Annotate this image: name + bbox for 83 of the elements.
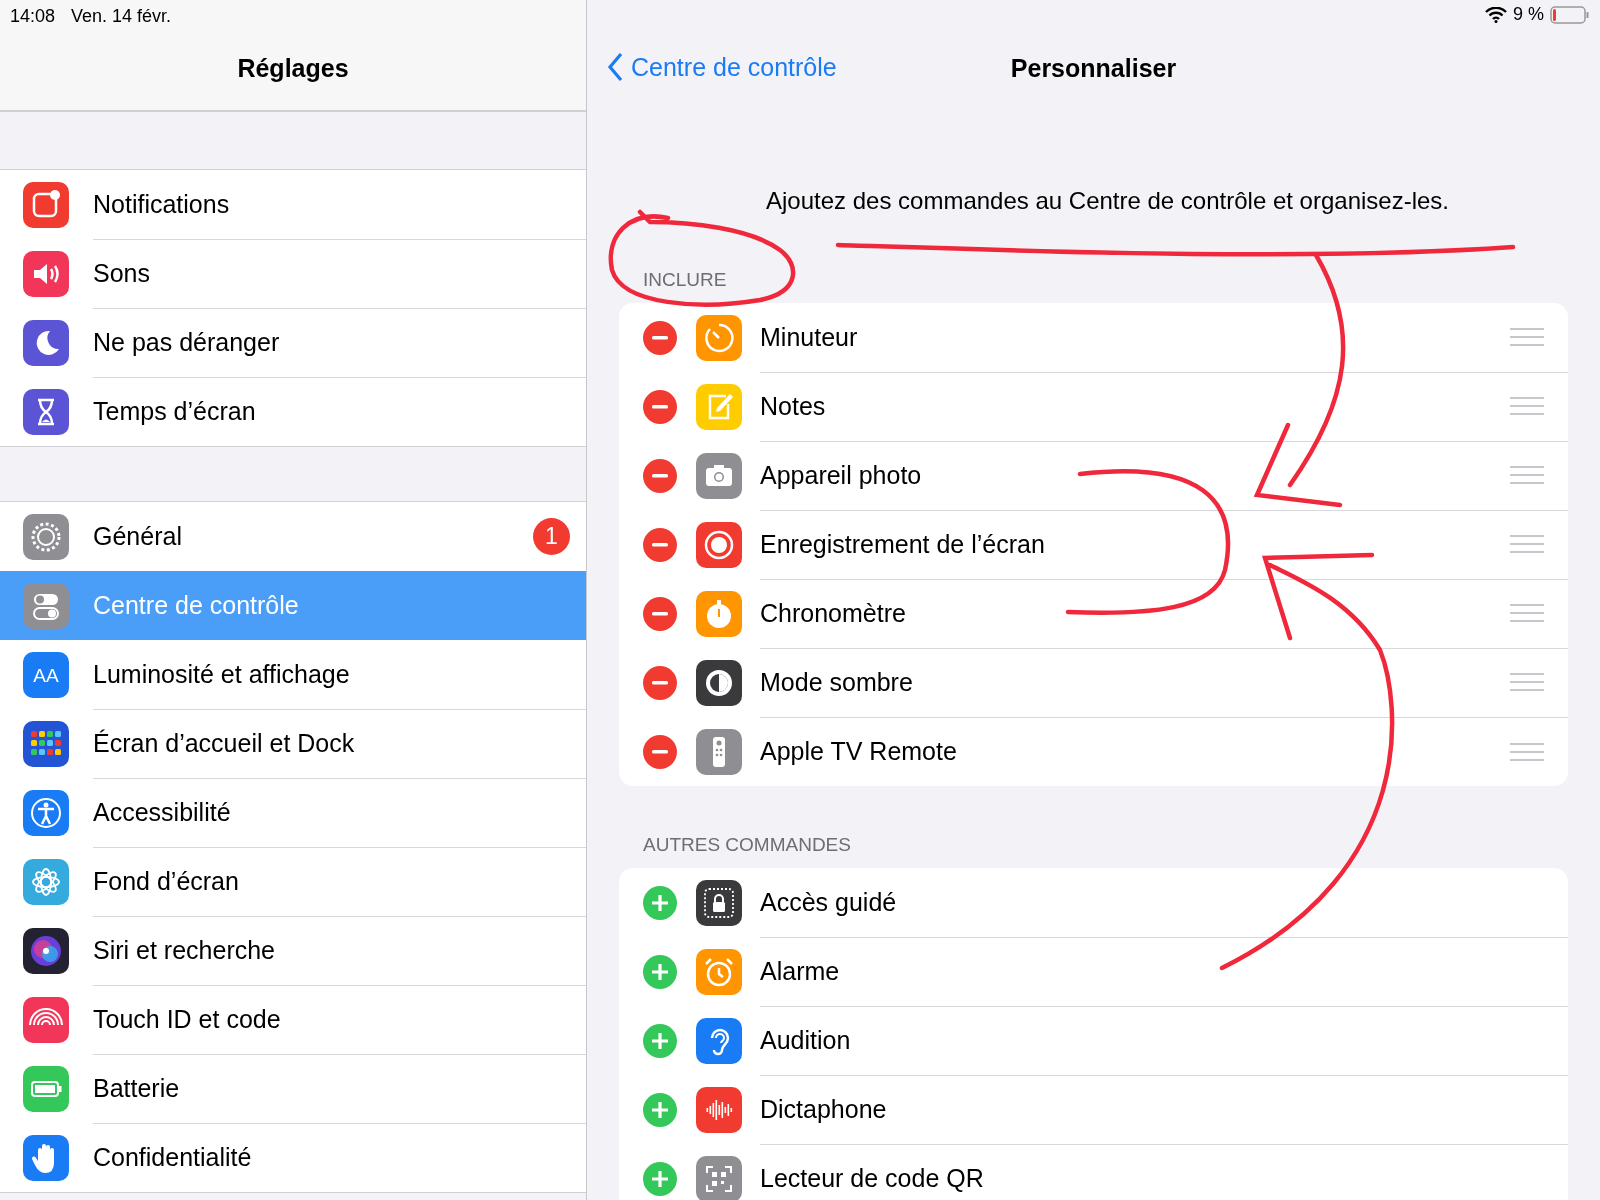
sidebar-title: Réglages: [236, 54, 350, 83]
drag-handle-icon[interactable]: [1510, 328, 1544, 346]
control-label: Audition: [760, 1025, 852, 1055]
section-header: AUTRES COMMANDES: [643, 834, 851, 856]
control-label: Chronomètre: [760, 598, 907, 628]
plus-icon: [651, 1031, 669, 1050]
sidebar-item[interactable]: AA Luminosité et affichage: [0, 640, 586, 709]
status-time: 14:08: [10, 6, 56, 27]
section-header: INCLURE: [643, 269, 727, 291]
drag-handle-icon[interactable]: [1510, 742, 1544, 761]
remove-button[interactable]: [643, 389, 677, 424]
drag-handle-icon[interactable]: [1510, 535, 1544, 553]
sidebar-item-label: Général: [93, 521, 182, 551]
plus-icon: [651, 962, 669, 981]
minus-icon: [652, 404, 668, 409]
sidebar-item-label: Touch ID et code: [93, 1004, 281, 1034]
control-label: Mode sombre: [760, 667, 914, 697]
control-label: Enregistrement de l’écran: [760, 529, 1046, 559]
add-button[interactable]: [643, 954, 677, 989]
add-button[interactable]: [643, 885, 677, 920]
add-button[interactable]: [643, 1161, 677, 1196]
minus-icon: [652, 680, 668, 685]
sidebar-item[interactable]: Temps d’écran: [0, 377, 586, 446]
wifi-icon: [1484, 6, 1507, 23]
sidebar-item-label: Temps d’écran: [93, 397, 256, 426]
plus-icon: [651, 1169, 669, 1188]
remove-button[interactable]: [643, 458, 677, 493]
back-button[interactable]: Centre de contrôle: [607, 52, 837, 82]
control-label: Notes: [760, 391, 827, 421]
minus-icon: [652, 611, 668, 616]
sidebar-item[interactable]: Fond d’écran: [0, 847, 586, 916]
minus-icon: [652, 473, 668, 478]
drag-handle-icon[interactable]: [1510, 604, 1544, 622]
sidebar-item-label: Siri et recherche: [93, 935, 276, 965]
sidebar-item[interactable]: Écran d’accueil et Dock: [0, 709, 586, 778]
sidebar-item[interactable]: Touch ID et code: [0, 985, 586, 1054]
control-label: Minuteur: [760, 322, 859, 352]
sidebar-item[interactable]: Accessibilité: [0, 778, 586, 847]
description-text: Ajoutez des commandes au Centre de contrôle et organisez-les.: [765, 187, 1449, 214]
chevron-left-icon: [607, 52, 623, 82]
remove-button[interactable]: [643, 320, 677, 355]
minus-icon: [652, 542, 668, 547]
drag-handle-icon[interactable]: [1510, 397, 1544, 415]
sidebar-item-label: Notifications: [93, 189, 230, 219]
sidebar-item-label: Ne pas déranger: [93, 327, 280, 357]
sidebar-item[interactable]: Batterie: [0, 1054, 586, 1123]
remove-button[interactable]: [643, 734, 677, 769]
sidebar-item[interactable]: Sons: [0, 239, 586, 308]
sidebar-item-label: Centre de contrôle: [93, 590, 299, 620]
text-size-icon: AA: [23, 651, 69, 698]
remove-button[interactable]: [643, 596, 677, 631]
control-label: Dictaphone: [760, 1094, 888, 1124]
sidebar-item-label: Fond d’écran: [93, 866, 239, 896]
sidebar-item-label: Écran d’accueil et Dock: [93, 728, 355, 758]
sidebar-item-label: Sons: [93, 258, 150, 288]
control-label: Alarme: [760, 956, 841, 986]
minus-icon: [652, 335, 668, 340]
sidebar-item[interactable]: Ne pas déranger: [0, 308, 586, 377]
drag-handle-icon[interactable]: [1510, 673, 1544, 691]
control-label: Lecteur de code QR: [760, 1164, 985, 1193]
control-label: Accès guidé: [760, 887, 898, 917]
sidebar-item[interactable]: Siri et recherche: [0, 916, 586, 985]
plus-icon: [651, 893, 669, 912]
sidebar-item-label: Luminosité et affichage: [93, 659, 350, 689]
page-title: Personnaliser: [1010, 53, 1177, 83]
drag-handle-icon[interactable]: [1510, 466, 1544, 484]
sidebar-item[interactable]: Notifications: [0, 170, 586, 239]
sidebar-item-label: Batterie: [93, 1073, 180, 1103]
status-date: Ven. 14 févr.: [71, 6, 172, 27]
minus-icon: [652, 749, 668, 754]
remove-button[interactable]: [643, 665, 677, 700]
battery-percentage: 9 %: [1512, 4, 1544, 25]
control-label: Appareil photo: [760, 460, 923, 490]
sidebar-item[interactable]: Confidentialité: [0, 1123, 586, 1192]
notification-badge: 1: [533, 518, 570, 555]
battery-icon: [1550, 4, 1590, 25]
sidebar-item-label: Confidentialité: [93, 1143, 252, 1172]
remove-button[interactable]: [643, 527, 677, 562]
sidebar-item-label: Accessibilité: [93, 797, 231, 827]
plus-icon: [651, 1100, 669, 1119]
add-button[interactable]: [643, 1023, 677, 1058]
control-label: Apple TV Remote: [760, 737, 958, 766]
add-button[interactable]: [643, 1092, 677, 1127]
